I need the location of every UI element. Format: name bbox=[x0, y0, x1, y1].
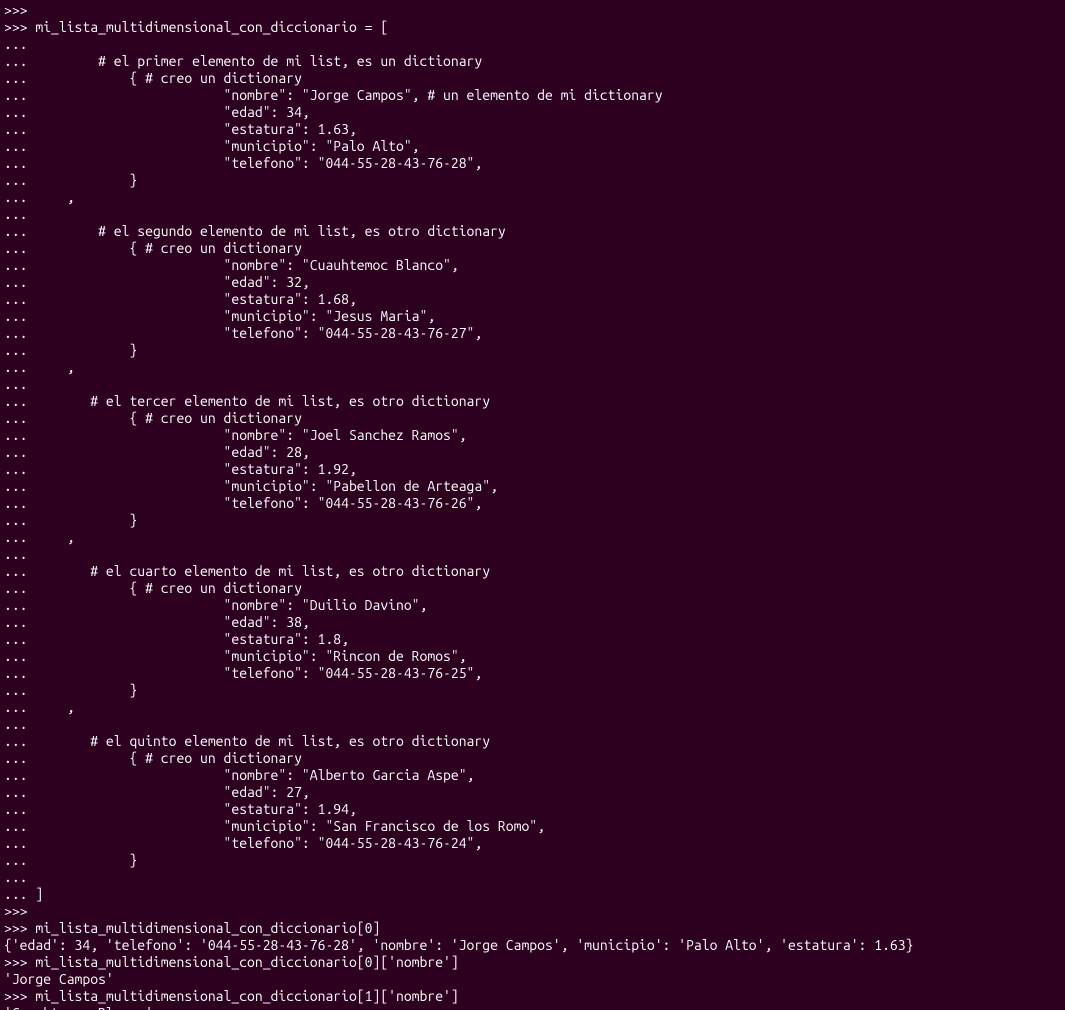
terminal[interactable]: >>> >>> mi_lista_multidimensional_con_di… bbox=[0, 0, 1065, 1010]
